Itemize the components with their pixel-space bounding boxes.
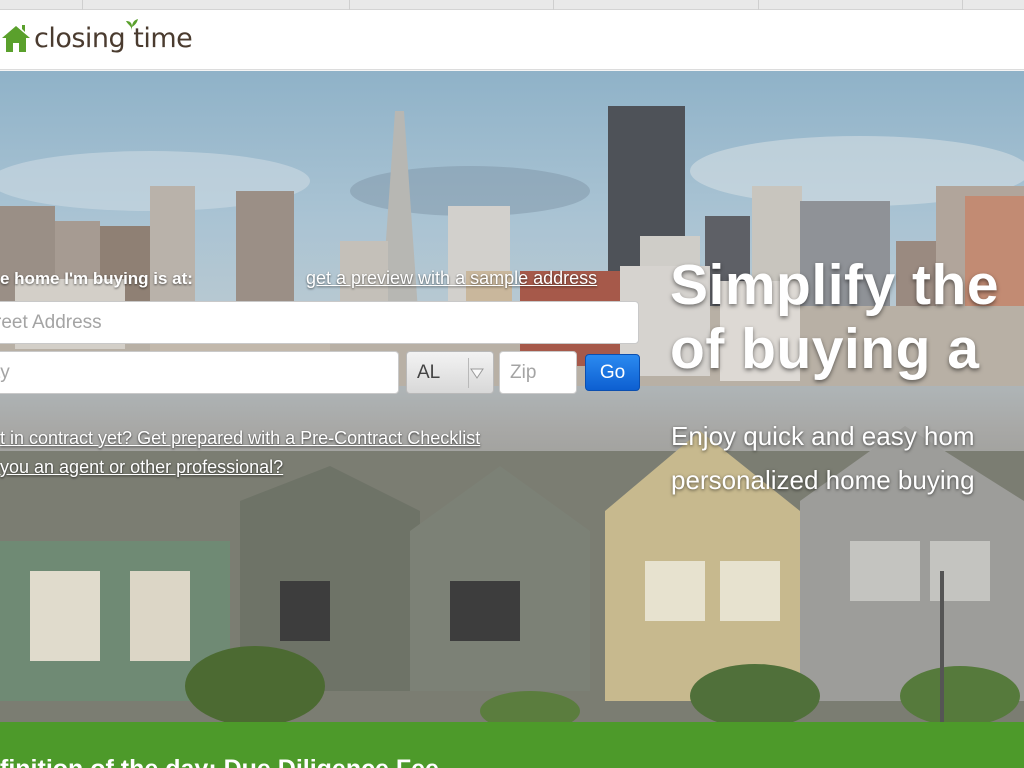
logo[interactable]: closing time <box>0 18 193 58</box>
browser-top-strip <box>0 0 1024 10</box>
subheadline-line-2: personalized home buying <box>671 465 975 495</box>
pre-contract-checklist-link[interactable]: t in contract yet? Get prepared with a P… <box>0 428 480 449</box>
city-input[interactable]: ty <box>0 351 399 394</box>
state-value: AL <box>417 361 441 383</box>
subheadline-line-1: Enjoy quick and easy hom <box>671 421 975 451</box>
state-select[interactable]: AL <box>406 351 494 394</box>
zip-placeholder: Zip <box>510 361 537 383</box>
city-skyline-image <box>0 106 1024 722</box>
address-label: e home I'm buying is at: <box>0 269 193 288</box>
hero-section <box>0 71 1024 722</box>
street-placeholder: reet Address <box>0 311 102 333</box>
leaf-icon <box>126 19 138 31</box>
zip-input[interactable]: Zip <box>499 351 577 394</box>
definition-of-the-day-bar: finition of the day: Due Diligence Fee <box>0 722 1024 768</box>
go-button[interactable]: Go <box>585 354 640 391</box>
chevron-down-icon <box>470 368 484 379</box>
site-header: closing time <box>0 10 1024 70</box>
city-placeholder: ty <box>0 361 10 383</box>
headline-line-2: of buying a <box>670 317 980 381</box>
brand-name: closing time <box>34 22 193 54</box>
sample-address-link[interactable]: get a preview with a sample address <box>306 268 597 289</box>
agent-professional-link[interactable]: you an agent or other professional? <box>0 457 283 478</box>
headline-line-1: Simplify the <box>670 253 1000 317</box>
street-address-input[interactable]: reet Address <box>0 301 639 344</box>
hero-subheadline: Enjoy quick and easy hom personalized ho… <box>671 414 975 502</box>
definition-text: finition of the day: Due Diligence Fee <box>0 755 439 768</box>
house-icon <box>2 25 30 52</box>
hero-headline: Simplify the of buying a <box>670 253 999 381</box>
